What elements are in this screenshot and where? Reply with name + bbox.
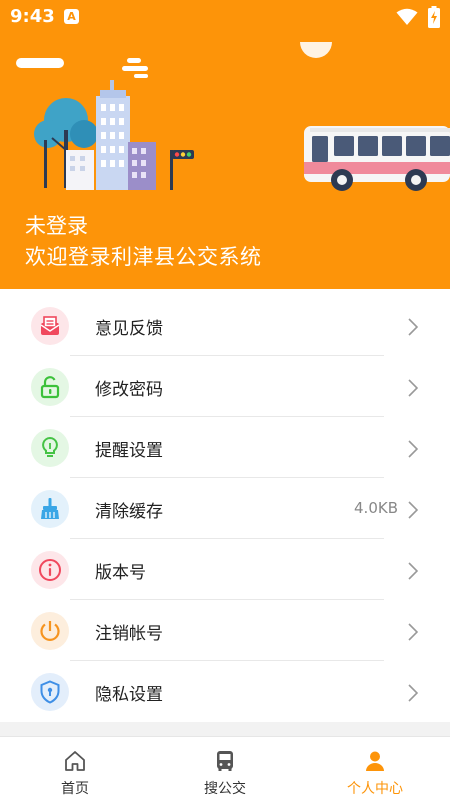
settings-menu: 意见反馈 修改密码 提醒设置 清除缓存 4.0KB 版本号 注销帐号 隐私设置 [0, 289, 450, 722]
bus-icon [217, 751, 233, 771]
menu-item-change-password[interactable]: 修改密码 [0, 355, 450, 416]
menu-label: 修改密码 [95, 380, 163, 400]
profile-screen: 9:43 A 未登录 欢迎登录利津县公交系统 意见反馈 修改密码 提醒设置 清除… [0, 0, 450, 800]
power-icon [31, 612, 69, 650]
chevron-right-icon [408, 440, 418, 458]
login-status-text[interactable]: 未登录 [25, 210, 88, 240]
info-icon [31, 551, 69, 589]
menu-label: 注销帐号 [95, 624, 163, 644]
tab-personal-center[interactable]: 个人中心 [300, 737, 450, 800]
chevron-right-icon [408, 501, 418, 519]
chevron-right-icon [408, 318, 418, 336]
menu-item-feedback[interactable]: 意见反馈 [0, 294, 450, 355]
menu-label: 清除缓存 [95, 502, 163, 522]
person-icon [366, 751, 384, 771]
tab-label: 搜公交 [204, 781, 246, 797]
menu-label: 意见反馈 [95, 319, 163, 339]
menu-item-privacy-settings[interactable]: 隐私设置 [0, 660, 450, 721]
welcome-text: 欢迎登录利津县公交系统 [25, 245, 262, 269]
menu-label: 隐私设置 [95, 685, 163, 705]
tab-search-bus[interactable]: 搜公交 [150, 737, 300, 800]
menu-item-reminder-settings[interactable]: 提醒设置 [0, 416, 450, 477]
menu-label: 提醒设置 [95, 441, 163, 461]
unlock-icon [31, 368, 69, 406]
feedback-mail-icon [31, 307, 69, 345]
chevron-right-icon [408, 684, 418, 702]
menu-item-clear-cache[interactable]: 清除缓存 4.0KB [0, 477, 450, 538]
tab-home[interactable]: 首页 [0, 737, 150, 800]
cache-size-value: 4.0KB [354, 499, 398, 517]
broom-icon [31, 490, 69, 528]
shield-icon [31, 673, 69, 711]
lightbulb-icon [31, 429, 69, 467]
menu-label: 版本号 [95, 563, 146, 583]
home-icon [65, 751, 85, 771]
tab-label: 首页 [61, 781, 89, 797]
profile-header: 9:43 A 未登录 欢迎登录利津县公交系统 [0, 0, 450, 289]
menu-item-deactivate-account[interactable]: 注销帐号 [0, 599, 450, 660]
bottom-nav: 首页 搜公交 个人中心 [0, 736, 450, 800]
menu-item-version[interactable]: 版本号 [0, 538, 450, 599]
city-bus-illustration [16, 42, 450, 191]
chevron-right-icon [408, 623, 418, 641]
chevron-right-icon [408, 562, 418, 580]
chevron-right-icon [408, 379, 418, 397]
tab-label: 个人中心 [347, 781, 403, 797]
